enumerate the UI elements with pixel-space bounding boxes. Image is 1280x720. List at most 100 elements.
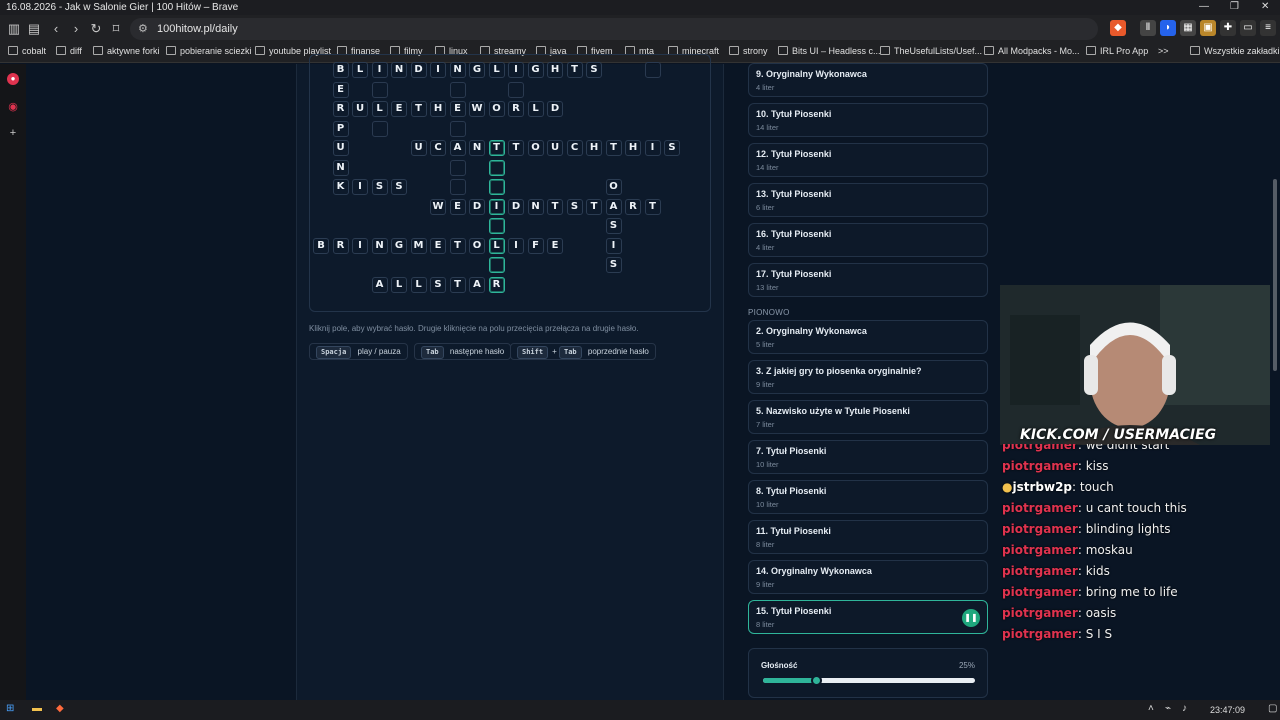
add-icon[interactable]: + (7, 127, 19, 139)
crossword-cell[interactable]: N (332, 159, 349, 176)
crossword-cell[interactable]: A (449, 140, 466, 156)
crossword-cell[interactable]: I (508, 62, 524, 78)
clue-card[interactable]: 3. Z jakiej gry to piosenka oryginalnie?… (748, 360, 988, 394)
chat-username[interactable]: piotrgamer (1002, 459, 1078, 473)
crossword-cell[interactable]: F (527, 237, 544, 254)
tab-list-icon[interactable]: ▤ (26, 21, 42, 37)
crossword-cell[interactable]: L (371, 101, 388, 117)
crossword-cell[interactable]: R (332, 101, 349, 117)
crossword-cell[interactable]: C (566, 140, 583, 156)
clue-card[interactable]: 5. Nazwisko użyte w Tytule Piosenki 7 lit… (748, 400, 988, 434)
clue-card[interactable]: 13. Tytuł Piosenki 6 liter (748, 183, 988, 217)
chat-username[interactable]: piotrgamer (1002, 606, 1078, 620)
crossword-cell[interactable]: I (488, 198, 505, 215)
clue-card[interactable]: 7. Tytuł Piosenki 10 liter (748, 440, 988, 474)
crossword-cell[interactable]: T (488, 140, 505, 156)
crossword-cell[interactable]: S (664, 140, 680, 156)
crossword-cell[interactable]: T (566, 62, 583, 78)
crossword-cell[interactable]: O (469, 237, 485, 254)
crossword-cell[interactable]: T (449, 237, 466, 254)
clue-card[interactable]: 2. Oryginalny Wykonawca 5 liter (748, 320, 988, 354)
crossword-cell[interactable]: D (547, 101, 563, 117)
crossword-cell[interactable]: O (605, 179, 622, 195)
url-text[interactable]: 100hitow.pl/daily (157, 23, 238, 35)
crossword-cell[interactable] (449, 81, 466, 98)
crossword-cell[interactable]: E (430, 237, 446, 254)
crossword-cell[interactable]: R (625, 198, 641, 215)
crossword-cell[interactable]: G (469, 62, 485, 78)
bookmarks-overflow-button[interactable]: >> (1158, 46, 1169, 56)
network-icon[interactable]: ⌁ (1165, 703, 1171, 714)
crossword-cell[interactable]: T (410, 101, 427, 117)
bookmark-item[interactable]: TheUsefulLists/Usef... (880, 46, 982, 56)
clue-card[interactable]: 12. Tytuł Piosenki 14 liter (748, 143, 988, 177)
tray-chevron-icon[interactable]: ˄ (1148, 703, 1154, 714)
clue-card[interactable]: 14. Oryginalny Wykonawca 9 liter (748, 560, 988, 594)
clue-card[interactable]: 10. Tytuł Piosenki 14 liter (748, 103, 988, 137)
crossword-cell[interactable]: G (391, 237, 407, 254)
crossword-cell[interactable]: G (527, 62, 544, 78)
crossword-cell[interactable]: B (332, 62, 349, 78)
crossword-cell[interactable]: U (547, 140, 563, 156)
bookmark-item[interactable]: Bits UI – Headless c... (778, 46, 881, 56)
crossword-cell[interactable]: D (469, 198, 485, 215)
crossword-cell[interactable] (488, 179, 505, 195)
volume-slider[interactable] (763, 675, 975, 686)
crossword-cell[interactable]: I (508, 237, 524, 254)
crossword-cell[interactable]: L (488, 237, 505, 254)
clue-card[interactable]: 17. Tytuł Piosenki 13 liter (748, 263, 988, 297)
restore-icon[interactable]: ❐ (1230, 1, 1239, 12)
chat-username[interactable]: piotrgamer (1002, 543, 1078, 557)
record-icon[interactable]: ● (7, 73, 19, 85)
notification-icon[interactable]: ▢ (1268, 703, 1277, 714)
reload-icon[interactable]: ↻ (88, 21, 104, 37)
chat-username[interactable]: piotrgamer (1002, 585, 1078, 599)
clock[interactable]: 23:47:09 (1210, 705, 1245, 715)
crossword-cell[interactable]: N (449, 62, 466, 78)
crossword-cell[interactable]: E (449, 198, 466, 215)
crossword-cell[interactable]: L (391, 276, 407, 293)
chat-username[interactable]: piotrgamer (1002, 564, 1078, 578)
crossword-cell[interactable] (449, 179, 466, 195)
crossword-cell[interactable]: A (469, 276, 485, 293)
crossword-cell[interactable]: C (430, 140, 446, 156)
crossword-cell[interactable]: D (410, 62, 427, 78)
back-icon[interactable]: ‹ (48, 21, 64, 37)
site-settings-icon[interactable]: ⚙ (138, 22, 148, 35)
active-tab-icon[interactable]: ◉ (7, 101, 19, 113)
volume-knob[interactable] (811, 675, 822, 686)
crossword-cell[interactable]: L (527, 101, 544, 117)
crossword-cell[interactable]: T (547, 198, 563, 215)
crossword-cell[interactable]: O (488, 101, 505, 117)
bookmark-item[interactable]: All Modpacks - Mo... (984, 46, 1080, 56)
crossword-cell[interactable]: I (430, 62, 446, 78)
clue-card[interactable]: 8. Tytuł Piosenki 10 liter (748, 480, 988, 514)
bookmark-item[interactable]: pobieranie sciezki (166, 46, 252, 56)
crossword-cell[interactable]: W (469, 101, 485, 117)
crossword-cell[interactable]: O (527, 140, 544, 156)
crossword-cell[interactable]: H (430, 101, 446, 117)
crossword-cell[interactable]: L (410, 276, 427, 293)
all-bookmarks[interactable]: Wszystkie zakładki (1190, 46, 1280, 56)
crossword-cell[interactable] (644, 62, 661, 78)
crossword-cell[interactable]: U (332, 140, 349, 156)
crossword-cell[interactable]: N (391, 62, 407, 78)
address-bar[interactable]: ⚙ 100hitow.pl/daily (130, 18, 1098, 40)
crossword-cell[interactable] (488, 218, 505, 234)
extension-icon[interactable]: ◗ (1160, 20, 1176, 36)
crossword-cell[interactable]: I (352, 179, 368, 195)
brave-taskbar-icon[interactable]: ◆ (56, 703, 64, 714)
crossword-cell[interactable]: T (449, 276, 466, 293)
menu-icon[interactable]: ≡ (1260, 20, 1276, 36)
crossword-cell[interactable]: H (625, 140, 641, 156)
clue-card[interactable]: 16. Tytuł Piosenki 4 liter (748, 223, 988, 257)
crossword-cell[interactable] (488, 159, 505, 176)
crossword-cell[interactable]: N (469, 140, 485, 156)
scrollbar-thumb[interactable] (1273, 179, 1277, 371)
page-scrollbar[interactable] (1270, 64, 1280, 700)
crossword-cell[interactable]: T (644, 198, 661, 215)
crossword-cell[interactable]: D (508, 198, 524, 215)
crossword-cell[interactable]: N (527, 198, 544, 215)
crossword-cell[interactable]: I (371, 62, 388, 78)
crossword-cell[interactable]: A (371, 276, 388, 293)
